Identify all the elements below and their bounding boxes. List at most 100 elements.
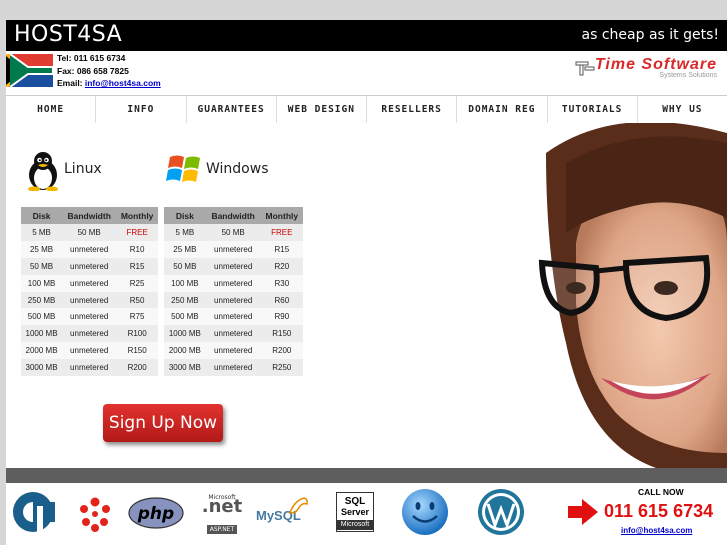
joomla-logo-icon bbox=[80, 497, 110, 532]
windows-price-table: Disk Bandwidth Monthly 5 MB 50 MB FREE 25 M… bbox=[164, 207, 303, 377]
nav-tutorials[interactable]: TUTORIALS bbox=[548, 96, 638, 123]
sql-top: SQL bbox=[344, 496, 366, 507]
mysql-dolphin-icon bbox=[288, 497, 308, 514]
call-now-label: CALL NOW bbox=[638, 487, 684, 497]
smiley-logo-icon bbox=[402, 489, 448, 535]
table-row: 50 MB unmetered R20 bbox=[164, 257, 303, 275]
php-text: php bbox=[137, 504, 174, 524]
cell-disk: 3000 MB bbox=[164, 359, 206, 377]
cell-bandwidth: 50 MB bbox=[62, 224, 117, 241]
linux-table-body: 5 MB 50 MB FREE 25 MB unmetered R10 50 MB unmet… bbox=[21, 224, 158, 377]
windows-table-body: 5 MB 50 MB FREE 25 MB unmetered R15 50 MB unmet… bbox=[164, 224, 303, 377]
sql-mid: Server bbox=[340, 507, 370, 517]
cell-bandwidth: unmetered bbox=[62, 359, 117, 377]
cell-bandwidth: unmetered bbox=[205, 359, 261, 377]
cell-bandwidth: unmetered bbox=[205, 257, 261, 275]
cell-monthly: R10 bbox=[116, 240, 158, 258]
table-row: 25 MB unmetered R15 bbox=[164, 240, 303, 258]
table-row: 250 MB unmetered R50 bbox=[21, 291, 158, 309]
cell-monthly: R15 bbox=[260, 240, 303, 258]
contact-email-link[interactable]: info@host4sa.com bbox=[85, 78, 161, 88]
contact-tel: Tel: 011 615 6734 bbox=[57, 53, 126, 63]
cell-monthly: R90 bbox=[260, 308, 303, 326]
cell-disk: 2000 MB bbox=[21, 342, 63, 360]
table-row: 500 MB unmetered R90 bbox=[164, 308, 303, 326]
table-header-row: Disk Bandwidth Monthly bbox=[21, 207, 158, 224]
footer-email-link[interactable]: info@host4sa.com bbox=[621, 526, 692, 535]
aspnet-main: .net bbox=[201, 496, 243, 517]
col-bandwidth: Bandwidth bbox=[205, 207, 261, 224]
cell-disk: 500 MB bbox=[21, 308, 63, 326]
nav-resellers[interactable]: RESELLERS bbox=[367, 96, 458, 123]
table-row: 3000 MB unmetered R200 bbox=[21, 359, 158, 377]
sql-bottom: Microsoft bbox=[337, 520, 373, 530]
cell-monthly: R30 bbox=[260, 274, 303, 292]
table-row: 5 MB 50 MB FREE bbox=[21, 224, 158, 241]
col-monthly: Monthly bbox=[260, 207, 303, 224]
cell-monthly: R50 bbox=[116, 291, 158, 309]
smiling-woman-image bbox=[506, 123, 727, 468]
table-row: 5 MB 50 MB FREE bbox=[164, 224, 303, 241]
nav-web-design[interactable]: WEB DESIGN bbox=[277, 96, 367, 123]
contact-email-row: Email: info@host4sa.com bbox=[57, 77, 161, 90]
cell-disk: 1000 MB bbox=[164, 325, 206, 343]
cell-disk: 5 MB bbox=[164, 224, 206, 241]
cell-monthly: R200 bbox=[116, 359, 158, 377]
footer-divider bbox=[6, 468, 727, 483]
nav-why-us[interactable]: WHY US bbox=[638, 96, 727, 123]
linux-penguin-icon bbox=[28, 152, 58, 191]
site-logo[interactable]: HOST4SA bbox=[14, 22, 122, 47]
cell-bandwidth: unmetered bbox=[205, 308, 261, 326]
cell-bandwidth: unmetered bbox=[62, 240, 117, 258]
cell-disk: 500 MB bbox=[164, 308, 206, 326]
cell-monthly: R15 bbox=[116, 257, 158, 275]
nav-guarantees[interactable]: GUARANTEES bbox=[187, 96, 277, 123]
cell-bandwidth: unmetered bbox=[205, 291, 261, 309]
nav-home[interactable]: HOME bbox=[6, 96, 97, 123]
cell-monthly: R200 bbox=[260, 342, 303, 360]
cell-bandwidth: unmetered bbox=[205, 342, 261, 360]
contact-fax: Fax: 086 658 7825 bbox=[57, 65, 129, 76]
table-row: 100 MB unmetered R25 bbox=[21, 274, 158, 292]
cell-bandwidth: 50 MB bbox=[205, 224, 261, 241]
table-row: 500 MB unmetered R75 bbox=[21, 308, 158, 326]
time-software-icon bbox=[575, 61, 595, 76]
cell-disk: 2000 MB bbox=[164, 342, 206, 360]
arrow-right-icon bbox=[568, 499, 598, 525]
cell-monthly: FREE bbox=[260, 224, 303, 241]
time-software-logo[interactable]: Time Software Systems Solutions bbox=[595, 56, 717, 79]
cell-disk: 50 MB bbox=[164, 257, 206, 275]
cell-monthly: R60 bbox=[260, 291, 303, 309]
footer-phone[interactable]: 011 615 6734 bbox=[604, 501, 713, 522]
cell-disk: 100 MB bbox=[164, 274, 206, 292]
sign-up-button[interactable]: Sign Up Now bbox=[103, 404, 223, 442]
south-africa-flag-icon bbox=[6, 54, 53, 87]
cell-monthly: R250 bbox=[260, 359, 303, 377]
table-row: 1000 MB unmetered R100 bbox=[21, 325, 158, 343]
cell-monthly: R25 bbox=[116, 274, 158, 292]
cell-bandwidth: unmetered bbox=[62, 308, 117, 326]
cell-bandwidth: unmetered bbox=[205, 325, 261, 343]
sql-server-logo: SQL Server Microsoft bbox=[336, 492, 374, 532]
page: HOST4SA as cheap as it gets! Tel: 011 61… bbox=[6, 0, 727, 545]
col-bandwidth: Bandwidth bbox=[62, 207, 117, 224]
main-nav: HOME INFO GUARANTEES WEB DESIGN RESELLER… bbox=[6, 95, 727, 124]
cell-bandwidth: unmetered bbox=[205, 240, 261, 258]
contact-info: Tel: 011 615 6734 Fax: 086 658 7825 Emai… bbox=[57, 52, 161, 90]
cell-bandwidth: unmetered bbox=[62, 291, 117, 309]
table-row: 2000 MB unmetered R150 bbox=[21, 342, 158, 360]
cell-disk: 25 MB bbox=[164, 240, 206, 258]
cell-disk: 1000 MB bbox=[21, 325, 63, 343]
table-row: 1000 MB unmetered R150 bbox=[164, 325, 303, 343]
nav-info[interactable]: INFO bbox=[96, 96, 187, 123]
col-disk: Disk bbox=[21, 207, 63, 224]
cell-disk: 250 MB bbox=[21, 291, 63, 309]
nav-domain-reg[interactable]: DOMAIN REG bbox=[457, 96, 548, 123]
cell-disk: 3000 MB bbox=[21, 359, 63, 377]
cell-monthly: R100 bbox=[116, 325, 158, 343]
cell-bandwidth: unmetered bbox=[62, 274, 117, 292]
linux-price-table: Disk Bandwidth Monthly 5 MB 50 MB FREE 25 M… bbox=[21, 207, 158, 377]
table-row: 2000 MB unmetered R200 bbox=[164, 342, 303, 360]
linux-label: Linux bbox=[64, 161, 102, 177]
table-row: 100 MB unmetered R30 bbox=[164, 274, 303, 292]
